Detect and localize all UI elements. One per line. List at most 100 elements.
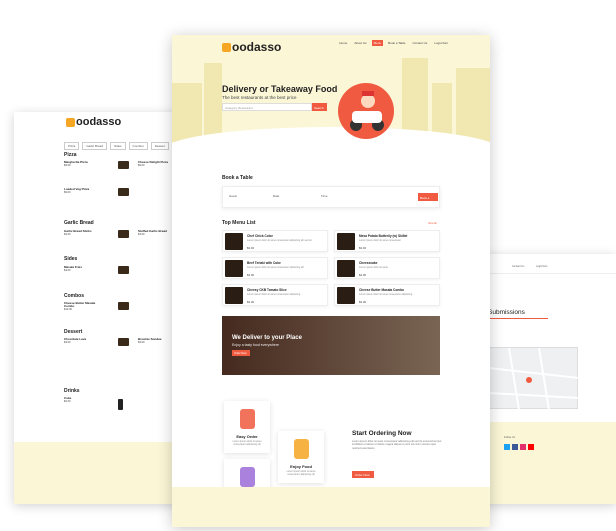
nav-contact[interactable]: Contact Us (512, 265, 524, 268)
list-item[interactable]: Masala Fries $3.00 (64, 266, 97, 273)
item-price: $3.00 (138, 341, 145, 344)
search-button[interactable]: Search (312, 103, 327, 111)
card-price: $4.00 (359, 273, 366, 277)
nav-menu[interactable]: Menu (371, 40, 384, 46)
tab-dessert[interactable]: Dessert (150, 142, 170, 150)
scooter-graphic (350, 91, 384, 131)
item-price: $4.00 (64, 233, 71, 236)
start-order-button[interactable]: Order Now (352, 471, 374, 478)
order-now-button[interactable]: Order Now (232, 350, 250, 356)
item-price: $9.00 (64, 191, 71, 194)
tab-sides[interactable]: Sides (110, 142, 126, 150)
book-table-button[interactable]: Book a Table (418, 193, 438, 204)
menu-page-header: oodasso (14, 112, 187, 142)
delivery-location-icon (240, 467, 255, 487)
food-image (337, 260, 355, 277)
youtube-icon[interactable] (528, 444, 534, 450)
twitter-icon[interactable] (504, 444, 510, 450)
home-page-footer (172, 487, 490, 527)
card-title: Cheesecake (359, 261, 378, 265)
food-image (118, 188, 129, 196)
list-item[interactable]: Chocolate Lava $3.00 (64, 338, 97, 345)
item-price: $4.00 (138, 233, 145, 236)
item-price: $3.00 (64, 341, 71, 344)
time-field[interactable]: Time (321, 194, 328, 198)
brand-name: oodasso (232, 40, 282, 54)
brand-logo[interactable]: oodasso (66, 116, 187, 128)
card-title: Mexa Potato Butterily (w) Skillet (359, 234, 408, 238)
category-heading: Sides (64, 256, 78, 262)
food-image (225, 287, 243, 304)
book-section-title: Book a Table (222, 175, 253, 181)
booking-form: Guest Date Time Book a Table (222, 186, 440, 208)
nav-contact[interactable]: Contact Us (410, 40, 429, 46)
card-desc: Lorem ipsum dolor sit amet consectetur a… (359, 293, 413, 296)
menu-card[interactable]: Cheesy CKB Tomato Slice Lorem ipsum dolor… (222, 284, 328, 306)
food-image (118, 230, 129, 238)
facebook-icon[interactable] (512, 444, 518, 450)
guest-field[interactable]: Guest (229, 194, 237, 198)
food-image (118, 266, 129, 274)
nav-home[interactable]: Home (337, 40, 349, 46)
tab-combos[interactable]: Combos (128, 142, 148, 150)
brand-logo[interactable]: oodasso (222, 40, 281, 54)
category-heading: Combos (64, 293, 84, 299)
burger-icon (294, 439, 309, 459)
location-map[interactable] (488, 347, 580, 411)
menu-page-preview: oodasso Pizza Garlic Bread Sides Combos … (14, 112, 187, 504)
food-image (118, 338, 129, 346)
card-price: $3.00 (247, 300, 254, 304)
card-desc: Lorem ipsum dolor sit amet (359, 266, 388, 269)
start-ordering-desc: Lorem ipsum dolor sit amet consectetur a… (352, 440, 442, 450)
menu-card[interactable]: Beef Teriaki with Coke Lorem ipsum dolor … (222, 257, 328, 279)
category-heading: Pizza (64, 152, 77, 158)
list-item[interactable]: Stuffed Garlic Bread $4.00 (138, 230, 171, 237)
main-nav: Home About Us Menu Book a Table Contact … (337, 40, 450, 46)
menu-card[interactable]: Cheesecake Lorem ipsum dolor sit amet $4.0… (334, 257, 440, 279)
social-icons (504, 444, 534, 450)
card-price: $3.00 (247, 273, 254, 277)
nav-login[interactable]: Login/Join (432, 40, 450, 46)
card-price: $3.00 (359, 300, 366, 304)
brand-name: oodasso (76, 116, 122, 128)
nav-book[interactable]: Book a Table (386, 40, 407, 46)
composite-stage: oodasso Pizza Garlic Bread Sides Combos … (0, 0, 616, 531)
step-card: Enjoy Food Lorem ipsum dolor sit amet con… (278, 431, 324, 483)
list-item[interactable]: Coke $2.00 (64, 397, 97, 404)
list-item[interactable]: Loaded Veg Pizza $9.00 (64, 188, 97, 195)
card-title: Cheesy CKB Tomato Slice (247, 288, 287, 292)
item-price: $12.00 (64, 308, 72, 311)
food-image (118, 302, 129, 310)
tab-garlic-bread[interactable]: Garlic Bread (82, 142, 108, 150)
list-item[interactable]: Brownie Sundae $3.00 (138, 338, 171, 345)
step-label: Easy Order (236, 434, 258, 439)
step-label: Enjoy Food (290, 464, 312, 469)
tab-pizza[interactable]: Pizza (64, 142, 80, 150)
category-heading: Dessert (64, 329, 83, 335)
menu-card[interactable]: Chef Chick Color Lorem ipsum dolor sit am… (222, 230, 328, 252)
search-input[interactable]: Category Restaurant (222, 103, 312, 111)
step-card: Easy Order Lorem ipsum dolor sit amet con… (224, 401, 270, 453)
menu-section-title: Top Menu List (222, 220, 256, 226)
logo-f-icon (66, 117, 75, 127)
date-field[interactable]: Date (273, 194, 279, 198)
list-item[interactable]: Cheese Butter Masala Combo $12.00 (64, 302, 97, 312)
nav-login[interactable]: Login/Join (536, 265, 547, 268)
map-roads-graphic (488, 347, 580, 411)
home-page-preview: oodasso Home About Us Menu Book a Table … (172, 35, 490, 527)
card-title: Chef Chick Color (247, 234, 273, 238)
list-item[interactable]: Garlic Bread Sticks $4.00 (64, 230, 97, 237)
list-item[interactable]: Cheese Delight Pizza $9.00 (138, 161, 171, 168)
list-item[interactable]: Margherita Pizza $9.00 (64, 161, 97, 168)
phone-order-icon (240, 409, 255, 429)
view-all-link[interactable]: View All (428, 222, 437, 225)
menu-card[interactable]: Mexa Potato Butterily (w) Skillet Lorem i… (334, 230, 440, 252)
nav-about[interactable]: About Us (352, 40, 368, 46)
menu-card[interactable]: Cheese Butter Masala Combo Lorem ipsum do… (334, 284, 440, 306)
food-image (118, 161, 129, 169)
food-image (337, 287, 355, 304)
banner-title: We Deliver to your Place (232, 335, 302, 341)
card-desc: Lorem ipsum dolor sit amet consectetur (359, 239, 401, 242)
card-desc: Lorem ipsum dolor sit amet consectetur a… (247, 266, 304, 269)
instagram-icon[interactable] (520, 444, 526, 450)
